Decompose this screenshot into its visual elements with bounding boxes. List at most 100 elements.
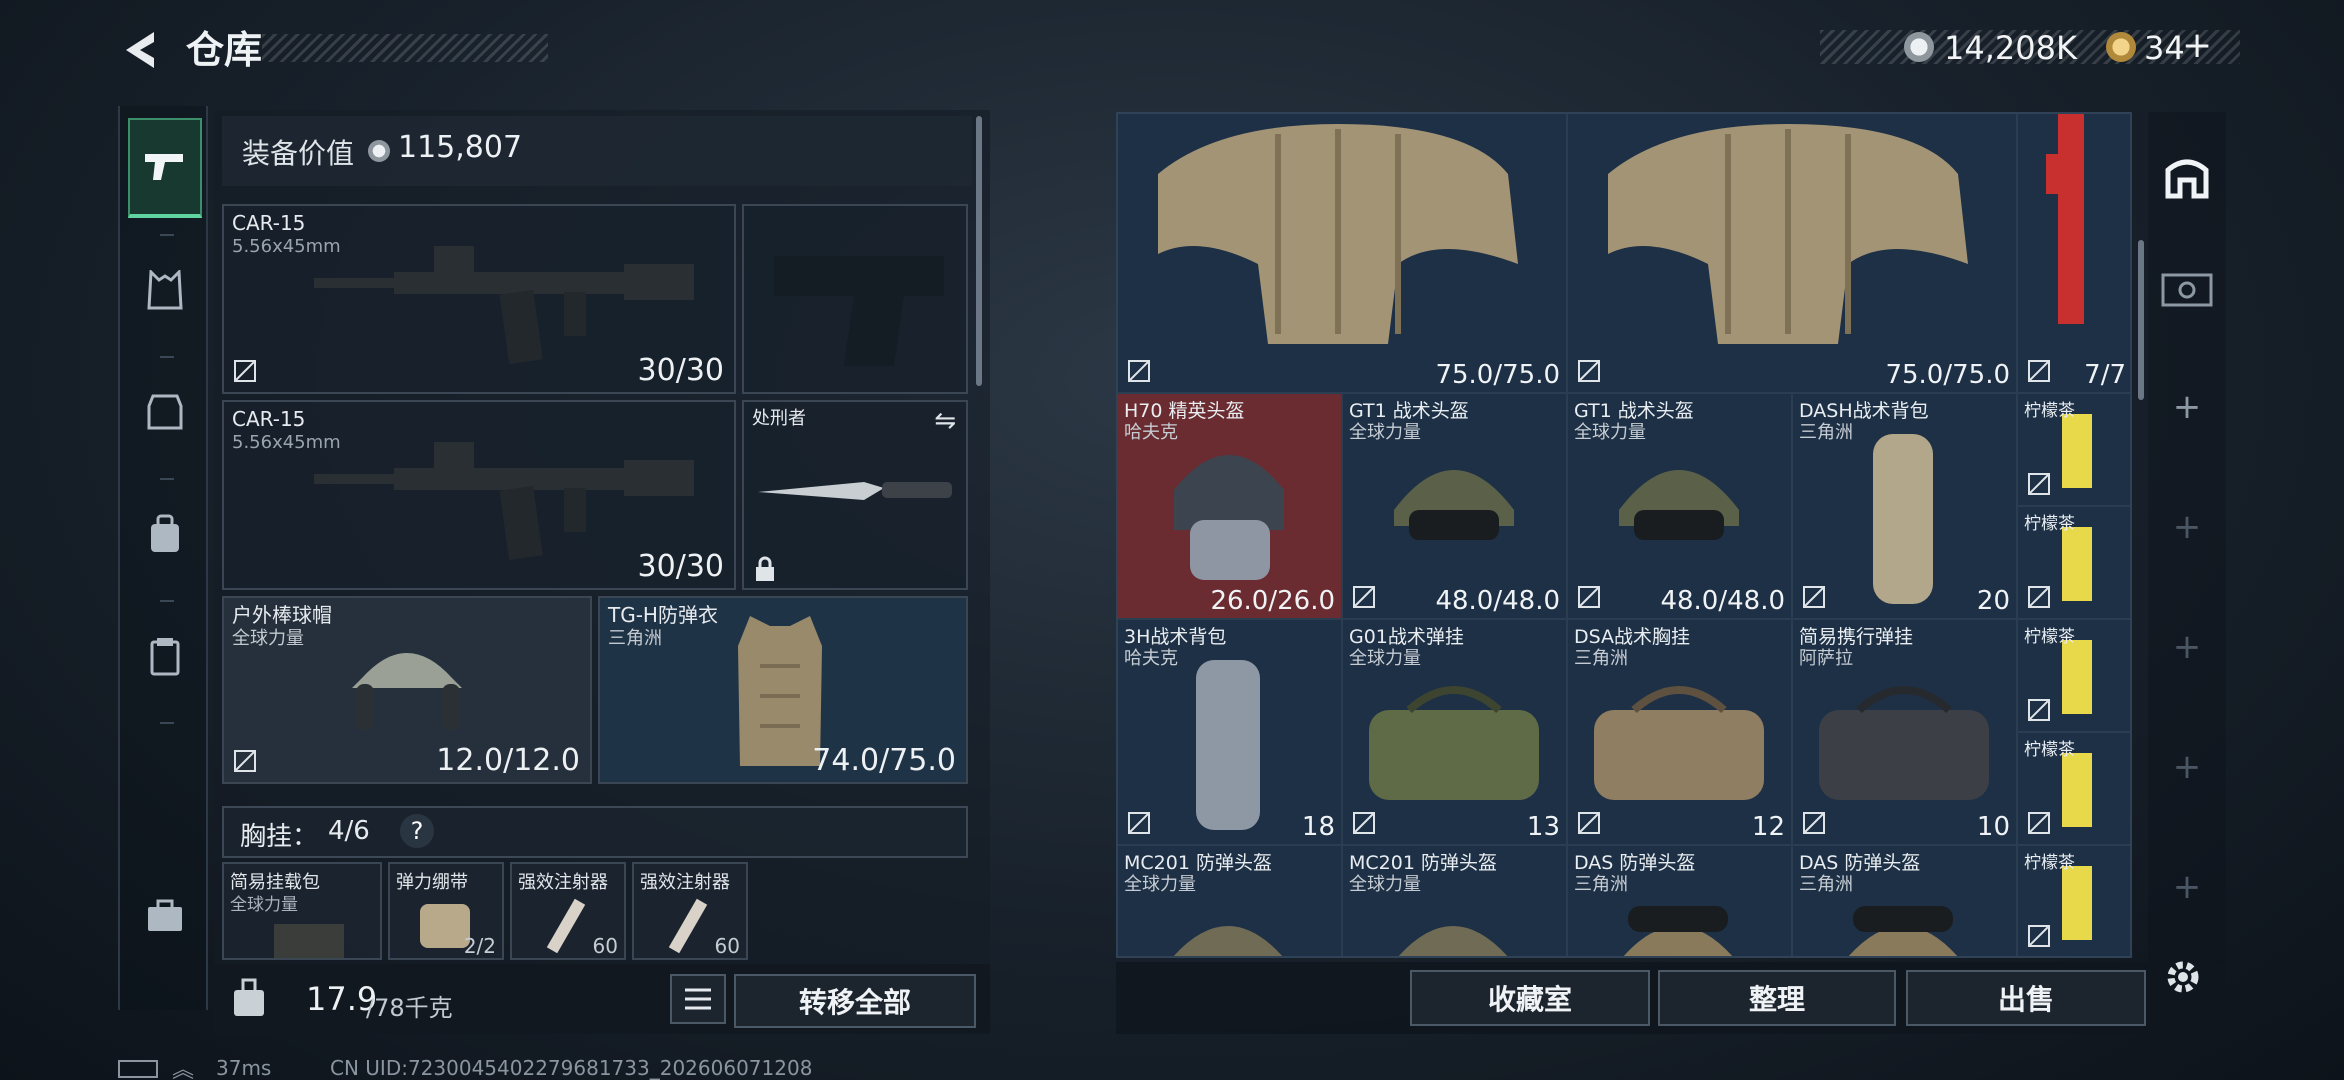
wifi-icon: ︽ (172, 1058, 195, 1080)
tab-main-storage[interactable] (2148, 132, 2226, 222)
list-icon (685, 988, 711, 1010)
helmet-image (1394, 470, 1514, 540)
token-amount: 34 (2144, 29, 2185, 67)
add-storage-tab-1[interactable]: + (2148, 362, 2226, 452)
helmet-image (1174, 455, 1284, 580)
grid-item-mc201-helmet-2[interactable]: MC201 防弹头盔 全球力量 (1343, 846, 1568, 956)
item-name: 强效注射器 (518, 872, 608, 893)
add-storage-tab-2[interactable]: + (2148, 482, 2226, 572)
item-durability: 48.0/48.0 (1660, 586, 1785, 616)
item-durability: 75.0/75.0 (1885, 360, 2010, 390)
no-drop-icon (234, 360, 256, 382)
primary-weapon-slot-2[interactable]: CAR-15 5.56x45mm 30/30 (222, 400, 736, 590)
grid-item-gt1-helmet-1[interactable]: GT1 战术头盔 全球力量 48.0/48.0 (1343, 394, 1568, 620)
helmet-brand: 全球力量 (232, 628, 304, 649)
grid-item-gt1-helmet-2[interactable]: GT1 战术头盔 全球力量 48.0/48.0 (1568, 394, 1793, 620)
grid-item-vest-2[interactable]: 75.0/75.0 (1568, 114, 2018, 394)
nav-backpack[interactable] (128, 484, 202, 584)
duffel-bag-image (1819, 686, 1989, 800)
grid-item-lemon-tea[interactable]: 柠檬茶 (2018, 846, 2130, 956)
grid-item-3h-backpack[interactable]: 3H战术背包 哈夫克 18 (1118, 620, 1343, 846)
item-brand: 三角洲 (1799, 422, 1853, 443)
no-drop-icon (2028, 925, 2050, 947)
add-storage-tab-4[interactable]: + (2148, 722, 2226, 812)
item-name: 柠檬茶 (2024, 627, 2075, 647)
melee-slot[interactable]: 处刑者 ⇋ (742, 400, 968, 590)
safe-box-icon (2161, 273, 2213, 307)
item-durability: 48.0/48.0 (1435, 586, 1560, 616)
nav-weapons[interactable] (128, 118, 202, 218)
chest-rig-header: 胸挂： 4/6 ? (222, 806, 968, 858)
helmet-durability: 12.0/12.0 (436, 743, 580, 778)
chest-item-2[interactable]: 弹力绷带 2/2 (388, 862, 504, 960)
grid-item-g01-rig[interactable]: G01战术弹挂 全球力量 13 (1343, 620, 1568, 846)
chest-item-3[interactable]: 强效注射器 60 (510, 862, 626, 960)
primary-weapon-slot-1[interactable]: CAR-15 5.56x45mm 30/30 (222, 204, 736, 394)
item-capacity: 12 (1751, 812, 1785, 842)
sell-button[interactable]: 出售 (1906, 970, 2146, 1026)
sidearm-slot[interactable] (742, 204, 968, 394)
grid-item-dash-backpack[interactable]: DASH战术背包 三角洲 20 (1793, 394, 2018, 620)
grid-item-lemon-tea[interactable]: 柠檬茶 (2018, 394, 2130, 507)
pouch-icon (150, 638, 180, 676)
loadout-scrollbar[interactable] (976, 116, 982, 386)
coin-icon (1904, 32, 1934, 62)
grid-item-red-tool[interactable]: 7/7 (2018, 114, 2130, 394)
item-name: 柠檬茶 (2024, 401, 2075, 421)
swap-icon[interactable]: ⇋ (934, 406, 956, 436)
grid-scrollbar[interactable] (2138, 240, 2144, 400)
grid-item-lemon-tea[interactable]: 柠檬茶 (2018, 507, 2130, 620)
grid-item-lemon-tea[interactable]: 柠檬茶 (2018, 733, 2130, 846)
syringe-image (546, 898, 586, 954)
add-storage-tab-3[interactable]: + (2148, 602, 2226, 692)
item-brand: 哈夫克 (1124, 422, 1178, 443)
collection-room-button[interactable]: 收藏室 (1410, 970, 1650, 1026)
back-arrow-icon[interactable] (118, 28, 162, 72)
ammo-count: 30/30 (637, 549, 724, 584)
add-storage-tab-5[interactable]: + (2148, 842, 2226, 932)
no-drop-icon (1128, 812, 1150, 834)
transfer-all-button[interactable]: 转移全部 (734, 974, 976, 1028)
grid-item-simple-rig[interactable]: 简易携行弹挂 阿萨拉 10 (1793, 620, 2018, 846)
help-icon[interactable]: ? (400, 814, 434, 848)
tab-safe-box[interactable] (2148, 242, 2226, 332)
grid-item-h70-helmet[interactable]: H70 精英头盔 哈夫克 26.0/26.0 (1118, 394, 1343, 620)
nav-case[interactable] (128, 866, 202, 966)
add-currency-button[interactable]: + (2182, 26, 2212, 66)
pistol-icon (145, 154, 183, 180)
no-drop-icon (2028, 699, 2050, 721)
weight-bar: 17.9 /78千克 转移全部 (214, 964, 990, 1034)
grid-item-mc201-helmet-1[interactable]: MC201 防弹头盔 全球力量 (1118, 846, 1343, 956)
no-drop-icon (234, 750, 256, 772)
settings-gear-icon[interactable] (2162, 956, 2204, 998)
title-decoration (262, 34, 548, 62)
chest-item-4[interactable]: 强效注射器 60 (632, 862, 748, 960)
storage-icon (2165, 159, 2209, 199)
grid-item-dsa-rig[interactable]: DSA战术胸挂 三角洲 12 (1568, 620, 1793, 846)
armor-slot[interactable]: TG-H防弹衣 三角洲 74.0/75.0 (598, 596, 968, 784)
grid-item-lemon-tea[interactable]: 柠檬茶 (2018, 620, 2130, 733)
no-drop-icon (2028, 586, 2050, 608)
no-drop-icon (1578, 812, 1600, 834)
grid-item-vest-1[interactable]: 75.0/75.0 (1118, 114, 1568, 394)
nav-chest-rig[interactable] (128, 240, 202, 340)
no-drop-icon (1353, 586, 1375, 608)
lock-icon (756, 556, 774, 581)
chest-item-1[interactable]: 简易挂载包 全球力量 (222, 862, 382, 960)
grid-item-das-helmet-1[interactable]: DAS 防弹头盔 三角洲 (1568, 846, 1793, 956)
item-name: 柠檬茶 (2024, 853, 2075, 873)
melee-name: 处刑者 (752, 408, 806, 429)
grid-item-das-helmet-2[interactable]: DAS 防弹头盔 三角洲 (1793, 846, 2018, 956)
nav-pouch[interactable] (128, 606, 202, 706)
chest-rig-label: 胸挂： (240, 822, 319, 852)
list-view-button[interactable] (670, 974, 726, 1024)
chest-rig-count: 4/6 (328, 816, 370, 846)
drink-can-image (2062, 414, 2092, 488)
nav-armor[interactable] (128, 362, 202, 462)
currency-amount: 14,208K (1944, 29, 2077, 67)
no-drop-icon (1803, 812, 1825, 834)
no-drop-icon (2028, 360, 2050, 382)
item-brand: 三角洲 (1799, 874, 1853, 895)
organize-button[interactable]: 整理 (1658, 970, 1896, 1026)
helmet-slot[interactable]: 户外棒球帽 全球力量 12.0/12.0 (222, 596, 592, 784)
